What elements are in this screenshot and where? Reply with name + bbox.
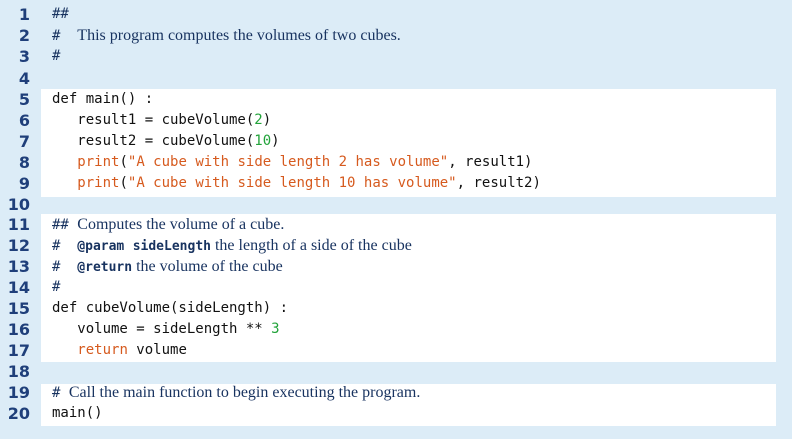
code-token: # <box>52 28 78 44</box>
code-token: ) <box>271 133 280 149</box>
code-token: # <box>52 259 78 275</box>
code-text: ## <box>52 4 69 25</box>
code-text: result2 = cubeVolume(10) <box>52 131 280 152</box>
code-line: 17 return volume <box>0 340 792 361</box>
code-line: 18 <box>0 361 792 382</box>
line-number: 17 <box>7 341 30 360</box>
code-line: 8 print("A cube with side length 2 has v… <box>0 152 792 173</box>
code-token: # <box>52 279 61 295</box>
code-token: ( <box>119 154 128 170</box>
code-token: , result2) <box>456 175 541 191</box>
code-line: 7 result2 = cubeVolume(10) <box>0 131 792 152</box>
line-number: 9 <box>18 174 30 193</box>
code-token: print <box>77 175 120 191</box>
code-token: # <box>52 48 61 64</box>
line-number: 6 <box>18 111 30 130</box>
code-token: return <box>77 342 128 358</box>
code-text: volume = sideLength ** 3 <box>52 319 280 340</box>
code-text: result1 = cubeVolume(2) <box>52 110 271 131</box>
code-token: sideLength <box>132 239 211 254</box>
code-line: 11 ## Computes the volume of a cube. <box>0 214 792 235</box>
line-number: 16 <box>7 320 30 339</box>
code-line: 5 def main() : <box>0 89 792 110</box>
code-token: result2 = cubeVolume( <box>52 133 255 149</box>
code-token: 10 <box>254 133 272 149</box>
code-token: volume <box>127 342 187 358</box>
code-token: main() <box>52 405 103 421</box>
code-line: 2 # This program computes the volumes of … <box>0 25 792 46</box>
code-text: print("A cube with side length 10 has vo… <box>52 173 541 194</box>
code-token: 3 <box>271 321 280 337</box>
code-text: # <box>52 46 60 67</box>
line-number: 3 <box>18 47 30 66</box>
code-token: the volume of the cube <box>132 258 283 275</box>
code-token: "A cube with side length 10 has volume" <box>127 175 457 191</box>
code-line: 15 def cubeVolume(sideLength) : <box>0 298 792 319</box>
code-line: 14 # <box>0 277 792 298</box>
code-line: 4 <box>0 68 792 89</box>
code-token: volume = sideLength ** <box>52 321 272 337</box>
code-line: 16 volume = sideLength ** 3 <box>0 319 792 340</box>
code-token: @param <box>77 239 125 254</box>
line-number: 11 <box>7 215 30 234</box>
code-token: Computes the volume of a cube. <box>77 216 285 233</box>
code-text: return volume <box>52 340 187 361</box>
code-token: , result1) <box>448 154 533 170</box>
code-text: # This program computes the volumes of t… <box>52 25 401 47</box>
code-token: 2 <box>254 112 263 128</box>
code-text: def main() : <box>52 89 153 110</box>
code-line: 3 # <box>0 46 792 67</box>
line-number: 20 <box>7 404 30 423</box>
code-line: 1 ## <box>0 4 792 25</box>
code-text: print("A cube with side length 2 has vol… <box>52 152 532 173</box>
line-number: 12 <box>7 236 30 255</box>
code-token: ## <box>52 6 69 22</box>
code-text: # <box>52 277 60 298</box>
line-number: 5 <box>18 90 30 109</box>
code-token: Call the main function to begin executin… <box>68 384 421 401</box>
code-token: def cubeVolume(sideLength) : <box>52 300 289 316</box>
code-line: 10 <box>0 194 792 215</box>
code-line: 19 # Call the main function to begin exec… <box>0 382 792 403</box>
code-token: print <box>77 154 120 170</box>
code-token: result1 = cubeVolume( <box>52 112 255 128</box>
code-token: ) <box>262 112 272 128</box>
code-text: main() <box>52 403 103 424</box>
code-text: def cubeVolume(sideLength) : <box>52 298 288 319</box>
code-line: 20 main() <box>0 403 792 424</box>
code-line: 6 result1 = cubeVolume(2) <box>0 110 792 131</box>
code-token: ( <box>119 175 128 191</box>
code-text: ## Computes the volume of a cube. <box>52 214 284 236</box>
code-token: ## <box>52 217 78 233</box>
code-token: @return <box>77 260 133 275</box>
line-number: 2 <box>18 26 30 45</box>
line-number: 1 <box>18 5 30 24</box>
code-text: # @param sideLength the length of a side… <box>52 235 412 257</box>
code-token: # <box>52 238 78 254</box>
line-number: 19 <box>7 383 30 402</box>
line-number: 7 <box>18 132 30 151</box>
code-token: "A cube with side length 2 has volume" <box>127 154 449 170</box>
code-token: the length of a side of the cube <box>210 237 412 254</box>
line-number: 15 <box>7 299 30 318</box>
line-number: 4 <box>18 69 30 88</box>
line-number: 8 <box>18 153 30 172</box>
code-line: 13 # @return the volume of the cube <box>0 256 792 277</box>
line-number: 14 <box>7 278 30 297</box>
code-text: # Call the main function to begin execut… <box>52 382 420 404</box>
code-token: def main() : <box>52 91 154 107</box>
line-number: 18 <box>7 362 30 381</box>
code-line: 12 # @param sideLength the length of a si… <box>0 235 792 256</box>
code-token: # <box>52 385 69 401</box>
code-text: # @return the volume of the cube <box>52 256 283 278</box>
line-number: 13 <box>7 257 30 276</box>
line-number: 10 <box>7 195 30 214</box>
code-token: This program computes the volumes of two… <box>77 27 401 44</box>
code-line: 9 print("A cube with side length 10 has … <box>0 173 792 194</box>
